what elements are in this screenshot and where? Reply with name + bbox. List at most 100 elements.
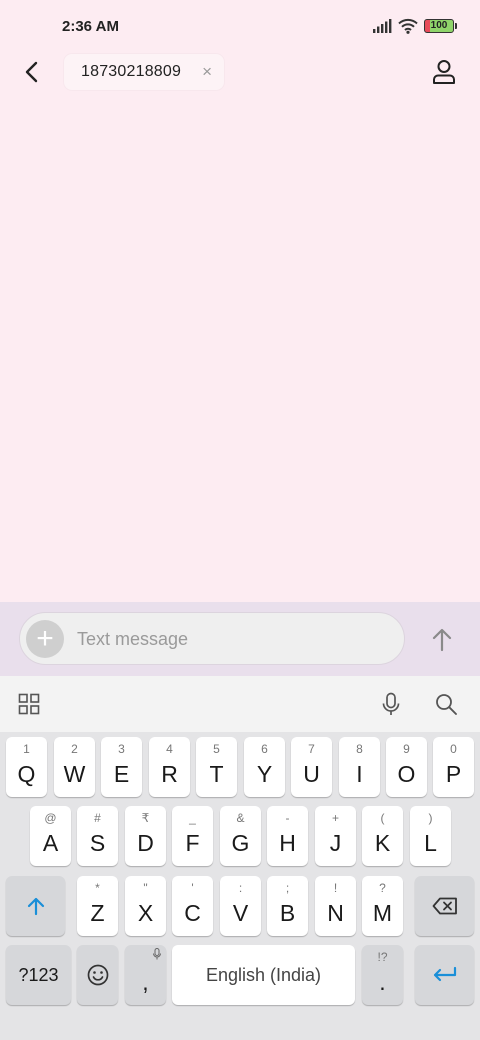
- message-input[interactable]: + Text message: [19, 612, 405, 665]
- key-f[interactable]: _ F: [172, 806, 213, 866]
- key-hint: ;: [285, 881, 290, 895]
- key-letter: R: [161, 760, 178, 787]
- key-hint: &: [236, 811, 245, 825]
- key-letter: Q: [17, 760, 36, 787]
- period-key-label: .: [379, 968, 386, 995]
- key-s[interactable]: # S: [77, 806, 118, 866]
- shift-key[interactable]: [6, 876, 65, 936]
- key-h[interactable]: - H: [267, 806, 308, 866]
- comma-key[interactable]: ,: [125, 945, 166, 1005]
- search-icon: [436, 694, 457, 715]
- key-hint: 2: [71, 742, 78, 756]
- period-key[interactable]: !? .: [362, 945, 403, 1005]
- key-letter: S: [89, 829, 106, 856]
- key-letter: M: [372, 899, 393, 926]
- key-k[interactable]: ( K: [362, 806, 403, 866]
- key-z[interactable]: * Z: [77, 876, 118, 936]
- key-b[interactable]: ; B: [267, 876, 308, 936]
- key-letter: D: [137, 829, 154, 856]
- key-r[interactable]: 4 R: [149, 737, 190, 797]
- key-o[interactable]: 9 O: [386, 737, 427, 797]
- key-letter: H: [279, 829, 296, 856]
- key-j[interactable]: + J: [315, 806, 356, 866]
- key-letter: Z: [90, 899, 105, 926]
- key-u[interactable]: 7 U: [291, 737, 332, 797]
- space-key-label: English (India): [205, 964, 322, 985]
- back-arrow-icon: [25, 61, 38, 83]
- key-hint: 6: [261, 742, 268, 756]
- key-letter: K: [374, 829, 391, 856]
- key-letter: J: [329, 829, 342, 856]
- key-q[interactable]: 1 Q: [6, 737, 47, 797]
- key-a[interactable]: @ A: [30, 806, 71, 866]
- key-x[interactable]: " X: [125, 876, 166, 936]
- key-v[interactable]: : V: [220, 876, 261, 936]
- key-e[interactable]: 3 E: [101, 737, 142, 797]
- key-n[interactable]: ! N: [315, 876, 356, 936]
- key-letter: G: [231, 829, 250, 856]
- key-c[interactable]: ' C: [172, 876, 213, 936]
- remove-recipient-icon[interactable]: ×: [202, 62, 212, 82]
- symbols-key-label: ?123: [18, 964, 59, 985]
- key-hint: :: [238, 881, 243, 895]
- recipient-chip[interactable]: 18730218809 ×: [64, 54, 224, 90]
- shift-arrow-icon: [27, 897, 44, 916]
- backspace-key[interactable]: [415, 876, 474, 936]
- person-icon: [433, 60, 455, 84]
- key-i[interactable]: 8 I: [339, 737, 380, 797]
- key-letter: A: [42, 829, 59, 856]
- battery-icon: 100: [424, 19, 457, 33]
- key-hint: @: [44, 811, 57, 825]
- key-hint: 9: [403, 742, 410, 756]
- key-letter: Y: [256, 760, 273, 787]
- key-w[interactable]: 2 W: [54, 737, 95, 797]
- key-p[interactable]: 0 P: [433, 737, 474, 797]
- attach-button[interactable]: +: [26, 620, 64, 658]
- enter-icon: [433, 966, 456, 982]
- key-hint: +: [331, 811, 339, 825]
- space-key[interactable]: English (India): [172, 945, 355, 1005]
- key-letter: U: [303, 760, 320, 787]
- voice-input-button[interactable]: [380, 692, 402, 721]
- key-g[interactable]: & G: [220, 806, 261, 866]
- key-hint: 5: [213, 742, 220, 756]
- backspace-icon: [432, 897, 457, 915]
- key-letter: T: [209, 760, 224, 787]
- key-hint: 0: [450, 742, 457, 756]
- conversation-header: 18730218809 ×: [0, 52, 480, 92]
- key-t[interactable]: 5 T: [196, 737, 237, 797]
- keyboard-toolbar: [0, 676, 480, 732]
- key-hint: 8: [356, 742, 363, 756]
- key-hint: ): [428, 811, 433, 825]
- key-d[interactable]: ₹ D: [125, 806, 166, 866]
- contact-button[interactable]: [430, 58, 458, 86]
- status-bar: 2:36 AM 100: [0, 0, 480, 52]
- key-hint: *: [95, 881, 100, 895]
- compose-area: + Text message: [0, 602, 480, 676]
- key-hint: -: [285, 811, 290, 825]
- key-m[interactable]: ? M: [362, 876, 403, 936]
- key-letter: W: [63, 760, 86, 787]
- battery-level: 100: [430, 20, 448, 31]
- send-button[interactable]: [428, 626, 456, 654]
- key-letter: N: [327, 899, 344, 926]
- symbols-key[interactable]: ?123: [6, 945, 71, 1005]
- microphone-icon: [153, 948, 161, 960]
- key-letter: O: [397, 760, 416, 787]
- keyboard-apps-button[interactable]: [18, 693, 40, 720]
- key-hint: 4: [166, 742, 173, 756]
- arrow-up-icon: [432, 628, 452, 652]
- key-hint: 3: [118, 742, 125, 756]
- key-l[interactable]: ) L: [410, 806, 451, 866]
- key-hint: #: [94, 811, 101, 825]
- key-hint: 1: [23, 742, 30, 756]
- key-letter: C: [184, 899, 201, 926]
- key-letter: L: [424, 829, 437, 856]
- key-y[interactable]: 6 Y: [244, 737, 285, 797]
- key-hint: !: [333, 881, 338, 895]
- key-hint: ₹: [141, 811, 150, 825]
- keyboard-search-button[interactable]: [434, 692, 458, 721]
- enter-key[interactable]: [415, 945, 474, 1005]
- emoji-key[interactable]: [77, 945, 118, 1005]
- back-button[interactable]: [18, 58, 46, 86]
